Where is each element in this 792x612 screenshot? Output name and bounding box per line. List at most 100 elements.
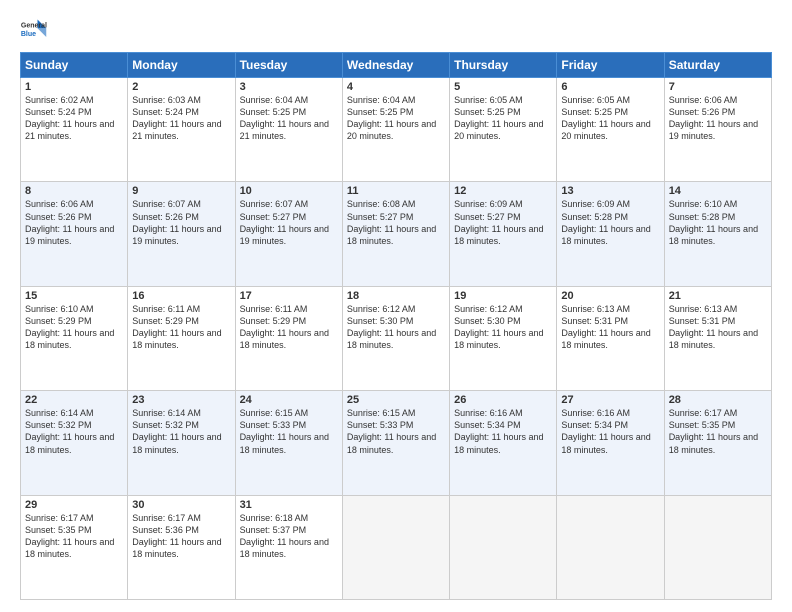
day-detail: Sunrise: 6:17 AMSunset: 5:35 PMDaylight:… (25, 513, 114, 559)
day-number: 17 (240, 290, 338, 302)
day-number: 15 (25, 290, 123, 302)
day-detail: Sunrise: 6:05 AMSunset: 5:25 PMDaylight:… (454, 95, 543, 141)
day-number: 29 (25, 499, 123, 511)
page: General Blue SundayMondayTuesdayWednesda… (0, 0, 792, 612)
col-header-saturday: Saturday (664, 53, 771, 78)
day-number: 21 (669, 290, 767, 302)
calendar-cell: 2 Sunrise: 6:03 AMSunset: 5:24 PMDayligh… (128, 78, 235, 182)
calendar-cell: 7 Sunrise: 6:06 AMSunset: 5:26 PMDayligh… (664, 78, 771, 182)
calendar-cell: 28 Sunrise: 6:17 AMSunset: 5:35 PMDaylig… (664, 391, 771, 495)
calendar-cell: 10 Sunrise: 6:07 AMSunset: 5:27 PMDaylig… (235, 182, 342, 286)
week-row-4: 22 Sunrise: 6:14 AMSunset: 5:32 PMDaylig… (21, 391, 772, 495)
day-number: 24 (240, 394, 338, 406)
day-number: 20 (561, 290, 659, 302)
day-number: 9 (132, 185, 230, 197)
day-detail: Sunrise: 6:05 AMSunset: 5:25 PMDaylight:… (561, 95, 650, 141)
col-header-tuesday: Tuesday (235, 53, 342, 78)
day-number: 25 (347, 394, 445, 406)
day-number: 16 (132, 290, 230, 302)
calendar-cell: 8 Sunrise: 6:06 AMSunset: 5:26 PMDayligh… (21, 182, 128, 286)
calendar-cell: 17 Sunrise: 6:11 AMSunset: 5:29 PMDaylig… (235, 286, 342, 390)
day-detail: Sunrise: 6:10 AMSunset: 5:28 PMDaylight:… (669, 199, 758, 245)
calendar-cell: 19 Sunrise: 6:12 AMSunset: 5:30 PMDaylig… (450, 286, 557, 390)
day-detail: Sunrise: 6:17 AMSunset: 5:36 PMDaylight:… (132, 513, 221, 559)
day-detail: Sunrise: 6:10 AMSunset: 5:29 PMDaylight:… (25, 304, 114, 350)
day-number: 28 (669, 394, 767, 406)
day-number: 11 (347, 185, 445, 197)
calendar-cell: 6 Sunrise: 6:05 AMSunset: 5:25 PMDayligh… (557, 78, 664, 182)
week-row-3: 15 Sunrise: 6:10 AMSunset: 5:29 PMDaylig… (21, 286, 772, 390)
svg-text:Blue: Blue (21, 31, 36, 38)
day-detail: Sunrise: 6:07 AMSunset: 5:26 PMDaylight:… (132, 199, 221, 245)
calendar-cell: 25 Sunrise: 6:15 AMSunset: 5:33 PMDaylig… (342, 391, 449, 495)
logo: General Blue (20, 16, 48, 44)
col-header-thursday: Thursday (450, 53, 557, 78)
day-detail: Sunrise: 6:12 AMSunset: 5:30 PMDaylight:… (454, 304, 543, 350)
calendar-cell: 24 Sunrise: 6:15 AMSunset: 5:33 PMDaylig… (235, 391, 342, 495)
day-number: 31 (240, 499, 338, 511)
day-detail: Sunrise: 6:16 AMSunset: 5:34 PMDaylight:… (561, 408, 650, 454)
day-detail: Sunrise: 6:14 AMSunset: 5:32 PMDaylight:… (132, 408, 221, 454)
day-number: 5 (454, 81, 552, 93)
day-number: 14 (669, 185, 767, 197)
calendar-cell: 27 Sunrise: 6:16 AMSunset: 5:34 PMDaylig… (557, 391, 664, 495)
svg-text:General: General (21, 22, 47, 29)
day-number: 23 (132, 394, 230, 406)
day-detail: Sunrise: 6:07 AMSunset: 5:27 PMDaylight:… (240, 199, 329, 245)
day-detail: Sunrise: 6:09 AMSunset: 5:28 PMDaylight:… (561, 199, 650, 245)
day-detail: Sunrise: 6:06 AMSunset: 5:26 PMDaylight:… (25, 199, 114, 245)
calendar-cell: 30 Sunrise: 6:17 AMSunset: 5:36 PMDaylig… (128, 495, 235, 599)
day-detail: Sunrise: 6:09 AMSunset: 5:27 PMDaylight:… (454, 199, 543, 245)
col-header-wednesday: Wednesday (342, 53, 449, 78)
col-header-friday: Friday (557, 53, 664, 78)
day-detail: Sunrise: 6:16 AMSunset: 5:34 PMDaylight:… (454, 408, 543, 454)
header: General Blue (20, 16, 772, 44)
calendar-cell (557, 495, 664, 599)
calendar-cell: 13 Sunrise: 6:09 AMSunset: 5:28 PMDaylig… (557, 182, 664, 286)
calendar-cell: 26 Sunrise: 6:16 AMSunset: 5:34 PMDaylig… (450, 391, 557, 495)
day-detail: Sunrise: 6:08 AMSunset: 5:27 PMDaylight:… (347, 199, 436, 245)
calendar-cell: 18 Sunrise: 6:12 AMSunset: 5:30 PMDaylig… (342, 286, 449, 390)
day-detail: Sunrise: 6:04 AMSunset: 5:25 PMDaylight:… (347, 95, 436, 141)
calendar-cell (342, 495, 449, 599)
calendar-cell: 15 Sunrise: 6:10 AMSunset: 5:29 PMDaylig… (21, 286, 128, 390)
day-detail: Sunrise: 6:03 AMSunset: 5:24 PMDaylight:… (132, 95, 221, 141)
day-detail: Sunrise: 6:17 AMSunset: 5:35 PMDaylight:… (669, 408, 758, 454)
day-detail: Sunrise: 6:12 AMSunset: 5:30 PMDaylight:… (347, 304, 436, 350)
day-number: 6 (561, 81, 659, 93)
day-number: 3 (240, 81, 338, 93)
day-number: 26 (454, 394, 552, 406)
week-row-2: 8 Sunrise: 6:06 AMSunset: 5:26 PMDayligh… (21, 182, 772, 286)
calendar-cell: 12 Sunrise: 6:09 AMSunset: 5:27 PMDaylig… (450, 182, 557, 286)
day-detail: Sunrise: 6:15 AMSunset: 5:33 PMDaylight:… (240, 408, 329, 454)
day-number: 2 (132, 81, 230, 93)
calendar-cell (664, 495, 771, 599)
day-number: 10 (240, 185, 338, 197)
day-number: 30 (132, 499, 230, 511)
calendar-cell: 16 Sunrise: 6:11 AMSunset: 5:29 PMDaylig… (128, 286, 235, 390)
week-row-1: 1 Sunrise: 6:02 AMSunset: 5:24 PMDayligh… (21, 78, 772, 182)
calendar-cell: 5 Sunrise: 6:05 AMSunset: 5:25 PMDayligh… (450, 78, 557, 182)
header-row: SundayMondayTuesdayWednesdayThursdayFrid… (21, 53, 772, 78)
day-number: 8 (25, 185, 123, 197)
day-number: 22 (25, 394, 123, 406)
calendar-cell: 4 Sunrise: 6:04 AMSunset: 5:25 PMDayligh… (342, 78, 449, 182)
day-detail: Sunrise: 6:13 AMSunset: 5:31 PMDaylight:… (561, 304, 650, 350)
logo-icon: General Blue (20, 16, 48, 44)
calendar-cell: 23 Sunrise: 6:14 AMSunset: 5:32 PMDaylig… (128, 391, 235, 495)
day-detail: Sunrise: 6:02 AMSunset: 5:24 PMDaylight:… (25, 95, 114, 141)
calendar-cell: 31 Sunrise: 6:18 AMSunset: 5:37 PMDaylig… (235, 495, 342, 599)
day-number: 7 (669, 81, 767, 93)
calendar-cell: 20 Sunrise: 6:13 AMSunset: 5:31 PMDaylig… (557, 286, 664, 390)
day-detail: Sunrise: 6:11 AMSunset: 5:29 PMDaylight:… (132, 304, 221, 350)
day-number: 4 (347, 81, 445, 93)
calendar-cell: 21 Sunrise: 6:13 AMSunset: 5:31 PMDaylig… (664, 286, 771, 390)
calendar-cell: 9 Sunrise: 6:07 AMSunset: 5:26 PMDayligh… (128, 182, 235, 286)
calendar-table: SundayMondayTuesdayWednesdayThursdayFrid… (20, 52, 772, 600)
week-row-5: 29 Sunrise: 6:17 AMSunset: 5:35 PMDaylig… (21, 495, 772, 599)
day-detail: Sunrise: 6:04 AMSunset: 5:25 PMDaylight:… (240, 95, 329, 141)
col-header-sunday: Sunday (21, 53, 128, 78)
day-number: 27 (561, 394, 659, 406)
day-detail: Sunrise: 6:11 AMSunset: 5:29 PMDaylight:… (240, 304, 329, 350)
calendar-cell: 11 Sunrise: 6:08 AMSunset: 5:27 PMDaylig… (342, 182, 449, 286)
